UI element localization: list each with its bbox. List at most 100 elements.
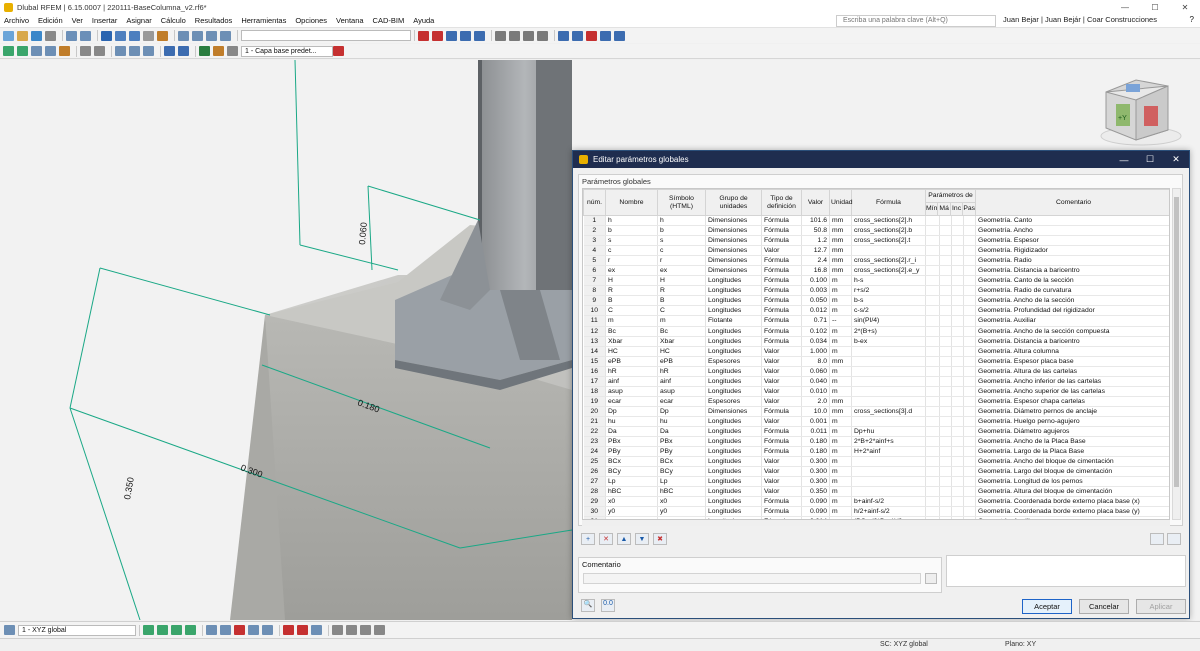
table-cell[interactable] [939,265,952,277]
table-cell[interactable]: s [657,235,706,247]
table-cell[interactable]: cross_sections[2].t [851,235,926,247]
table-cell[interactable]: Longitudes [705,285,762,297]
table-cell[interactable]: Geometría. Coordenada borde externo plac… [975,506,1169,518]
table-cell[interactable]: 0.011 [801,426,830,438]
help-icon[interactable]: ? [1190,15,1194,24]
table-cell[interactable]: C [605,305,658,317]
glue-toggle-icon[interactable] [374,625,385,635]
table-cell[interactable] [963,215,977,227]
table-cell[interactable]: m [829,456,852,468]
table-cell[interactable] [963,275,977,287]
table-cell[interactable] [963,456,977,468]
table-cell[interactable] [963,295,977,307]
col-param-step[interactable]: Pas [963,203,975,215]
table-row[interactable]: 2 b b Dimensiones Fórmula 50.8 mm cross_section… [583,225,1169,237]
table-cell[interactable] [963,366,977,377]
table-cell[interactable] [963,315,977,327]
table-cell[interactable]: m [829,466,852,478]
lock-icon[interactable] [213,46,224,56]
table-cell[interactable] [951,446,964,458]
member-icon[interactable] [31,46,42,56]
table-cell[interactable]: 0.300 [801,466,830,478]
table-cell[interactable]: cross_sections[2].b [851,225,926,237]
units-icon[interactable]: 0.0 [601,599,615,612]
table-row[interactable]: 30 y0 y0 Longitudes Fórmula 0.090 m h/2+ainf-s/… [583,506,1169,518]
draw-circle-icon[interactable] [248,625,259,635]
draw-spline-icon[interactable] [262,625,273,635]
table-cell[interactable]: m [829,285,852,297]
table-cell[interactable]: Longitudes [705,305,762,317]
table-cell[interactable]: Longitudes [705,326,762,337]
table-cell[interactable]: 0.300 [801,456,830,468]
table-cell[interactable] [951,336,964,347]
table-cell[interactable]: Longitudes [705,466,762,478]
table-cell[interactable]: cross_sections[2].e_y [851,265,926,277]
table-row[interactable]: 27 Lp Lp Longitudes Valor 0.300 m Geometría. Lo… [583,476,1169,488]
table-cell[interactable]: 8.0 [801,356,830,367]
clip-icon[interactable] [586,30,597,41]
table-cell[interactable]: Longitudes [705,426,762,438]
table-cell[interactable]: 1.000 [801,346,830,357]
table-cell[interactable]: Geometría. Espesor chapa cartelas [975,396,1169,407]
table-cell[interactable]: c [605,245,658,257]
draw-polyline-icon[interactable] [234,625,245,635]
table-cell[interactable] [925,506,940,518]
table-cell[interactable] [939,326,952,337]
table-cell[interactable] [925,356,940,367]
section-icon[interactable] [614,30,625,41]
table-row[interactable]: 13 Xbar Xbar Longitudes Fórmula 0.034 m b-ex Geo… [583,336,1169,347]
table-cell[interactable] [951,466,964,478]
table-cell[interactable]: Fórmula [761,506,802,518]
table-cell[interactable] [925,285,940,297]
table-cell[interactable]: H [657,275,706,287]
table-cell[interactable]: Geometría. Espesor placa base [975,356,1169,367]
table-cell[interactable] [951,356,964,367]
layers-icon[interactable] [227,46,238,56]
table-cell[interactable]: 0.001 [801,416,830,427]
table-cell[interactable]: Fórmula [761,446,802,458]
table-cell[interactable]: Longitudes [705,376,762,387]
table-row[interactable]: 5 r r Dimensiones Fórmula 2.4 mm cross_sections… [583,255,1169,267]
table-cell[interactable]: mm [829,225,852,237]
table-cell[interactable]: b [657,225,706,237]
table-horizontal-scrollbar[interactable] [582,520,1170,526]
table-cell[interactable]: Geometría. Diámetro agujeros [975,426,1169,438]
table-cell[interactable]: cross_sections[2].r_i [851,255,926,267]
table-cell[interactable] [925,255,940,267]
table-cell[interactable] [939,295,952,307]
table-cell[interactable]: Bc [605,326,658,337]
menu-herramientas[interactable]: Herramientas [241,16,286,25]
table-cell[interactable]: sin(PI/4) [851,315,926,327]
menu-ventana[interactable]: Ventana [336,16,364,25]
table-cell[interactable] [925,305,940,317]
guide-icon[interactable] [80,46,91,56]
osnap-toggle-icon[interactable] [360,625,371,635]
table-cell[interactable]: m [829,376,852,387]
table-cell[interactable] [951,486,964,498]
table-cell[interactable] [951,326,964,337]
table-row[interactable]: 11 m m Flotante Fórmula 0.71 -- sin(PI/4) Geomet… [583,315,1169,327]
table-cell[interactable] [939,456,952,468]
table-cell[interactable] [963,225,977,237]
table-cell[interactable] [939,506,952,518]
table-cell[interactable]: m [829,426,852,438]
table-cell[interactable]: ainf [605,376,658,387]
table-cell[interactable]: m [829,295,852,307]
dialog-maximize-button[interactable]: ☐ [1137,151,1163,168]
table-cell[interactable]: Geometría. Radio de curvatura [975,285,1169,297]
draw-rect-icon[interactable] [283,625,294,635]
table-cell[interactable] [925,426,940,438]
search-icon[interactable]: 🔍 [581,599,595,612]
table-row[interactable]: 20 Dp Dp Dimensiones Fórmula 10.0 mm cross_sect… [583,406,1169,417]
table-cell[interactable]: Dp [657,406,706,417]
table-row[interactable]: 17 ainf ainf Longitudes Valor 0.040 m Geometría… [583,376,1169,387]
table-cell[interactable] [963,356,977,367]
table-cell[interactable] [939,305,952,317]
move-up-icon[interactable]: ▲ [617,533,631,545]
table-cell[interactable] [963,406,977,417]
table-cell[interactable]: Geometría. Distancia a baricentro [975,265,1169,277]
table-cell[interactable]: m [829,436,852,448]
table-cell[interactable] [925,215,940,227]
minimize-button[interactable]: — [1110,0,1140,14]
table-cell[interactable]: Geometría. Distancia a baricentro [975,336,1169,347]
